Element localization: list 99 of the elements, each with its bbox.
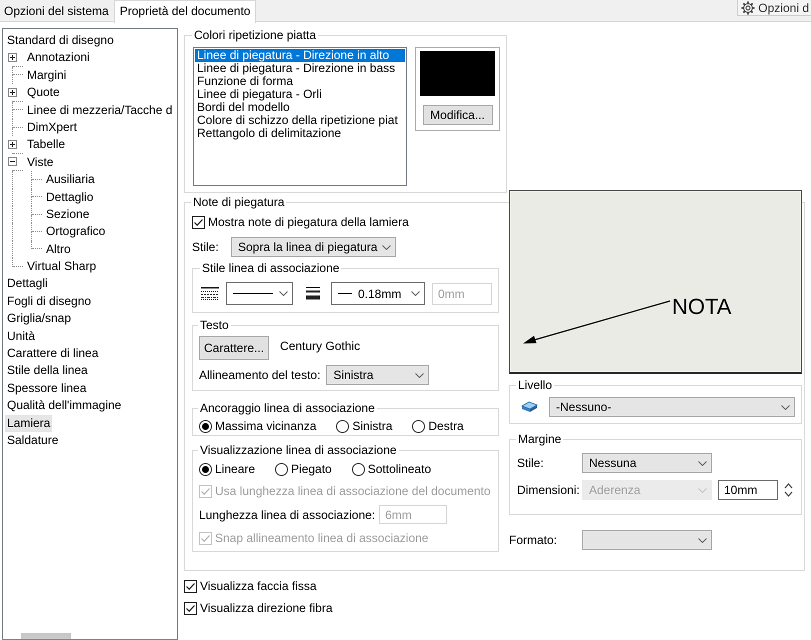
list-item[interactable]: Bordi del modello — [195, 101, 405, 114]
radio-label: Massima vicinanza — [215, 419, 316, 433]
plus-box-icon[interactable] — [8, 140, 17, 150]
tree-item[interactable]: Carattere di linea — [5, 345, 100, 362]
group-title: Livello — [517, 378, 554, 392]
tree-item[interactable]: Lamiera — [5, 414, 52, 432]
field-label: Formato: — [509, 533, 558, 547]
list-item[interactable]: Linee di piegatura - Direzione in bass — [195, 62, 405, 75]
tree-item[interactable]: Sezione — [44, 206, 92, 224]
list-item[interactable]: Funzione di forma — [195, 75, 405, 88]
tree-item[interactable]: Stile della linea — [5, 362, 90, 380]
tree-item[interactable]: Dettaglio — [44, 188, 96, 206]
chevron-down-icon — [382, 244, 391, 250]
tree-item[interactable]: Unità — [5, 328, 38, 346]
checkbox-label: Usa lunghezza linea di associazione del documento — [215, 484, 491, 498]
chevron-down-icon — [698, 538, 707, 542]
group-title: Margine — [517, 432, 562, 446]
scrollbar-thumb[interactable] — [21, 633, 71, 639]
tree-item[interactable]: Saldature — [5, 432, 60, 450]
tab[interactable]: Proprietà del documento — [114, 0, 256, 23]
line-style-dropdown[interactable] — [226, 282, 293, 305]
group-title: Note di piegatura — [192, 195, 286, 209]
tree-item[interactable]: Linee di mezzeria/Tacche d — [25, 102, 174, 119]
chevron-down-icon — [411, 291, 420, 296]
radio-button[interactable] — [336, 420, 350, 432]
group-title: Colori ripetizione piatta — [193, 28, 318, 42]
tree-item[interactable]: Ortografico — [44, 223, 108, 241]
radio-label: Sinistra — [352, 419, 392, 433]
checkbox-label: Mostra note di piegatura della lamiera — [208, 215, 409, 229]
settings-icon — [741, 0, 756, 14]
checkbox-label: Snap allineamento linea di associazione — [215, 531, 428, 545]
options-button[interactable]: Opzioni d — [737, 0, 811, 16]
alignment-dropdown[interactable]: Sinistra — [326, 365, 430, 385]
chevron-down-icon — [415, 372, 424, 378]
font-name: Century Gothic — [280, 339, 360, 353]
tree-item[interactable]: Qualità dell'immagine — [5, 397, 124, 415]
tab[interactable]: Opzioni del sistema — [0, 3, 113, 20]
chevron-down-icon — [279, 291, 288, 296]
tree-item[interactable]: Tabelle — [25, 136, 68, 154]
checkbox-label: Visualizza faccia fissa — [200, 579, 316, 593]
tree-item[interactable]: Viste — [25, 154, 56, 172]
checkbox[interactable] — [192, 216, 205, 228]
tree-item[interactable]: Griglia/snap — [5, 310, 74, 328]
list-item[interactable]: Linee di piegatura - Direzione in alto — [195, 49, 405, 62]
tree-item[interactable]: Spessore linea — [5, 380, 88, 398]
group-title: Testo — [199, 318, 230, 332]
line-sample-icon — [338, 293, 352, 294]
tree-item[interactable]: Annotazioni — [25, 49, 92, 67]
list-item[interactable]: Rettangolo di delimitazione — [195, 127, 405, 140]
radio-button[interactable] — [412, 420, 426, 432]
checkbox[interactable] — [184, 602, 197, 614]
up-down-arrows-icon[interactable] — [784, 481, 793, 499]
note-text: NOTA — [672, 296, 732, 318]
chevron-down-icon — [781, 404, 790, 410]
line-weight-dropdown[interactable]: 0.18mm — [331, 282, 425, 305]
tree-item[interactable]: Ausiliaria — [44, 171, 97, 189]
radio-button[interactable] — [199, 462, 212, 476]
radio-button[interactable] — [199, 420, 212, 432]
tree-item[interactable]: Virtual Sharp — [25, 258, 98, 276]
modify-button[interactable]: Modifica... — [422, 105, 492, 125]
list-item[interactable]: Linee di piegatura - Orli — [195, 88, 405, 101]
tree-item[interactable]: Quote — [25, 84, 62, 102]
tree-item[interactable]: Altro — [44, 240, 73, 258]
group-title: Ancoraggio linea di associazione — [199, 401, 376, 415]
radio-label: Destra — [428, 419, 464, 433]
border-style-dropdown[interactable]: Nessuna — [582, 453, 712, 473]
tree-item[interactable]: DimXpert — [25, 118, 80, 136]
radio-button[interactable] — [352, 462, 365, 476]
group-title: Visualizzazione linea di associazione — [199, 443, 398, 457]
field-label: Allineamento del testo: — [199, 368, 320, 382]
minus-box-icon[interactable] — [8, 157, 17, 166]
field-label: Stile: — [517, 456, 545, 470]
checkbox-label: Visualizza direzione fibra — [200, 601, 333, 615]
font-button[interactable]: Carattere... — [199, 336, 270, 360]
tree-item[interactable]: Dettagli — [5, 275, 50, 293]
group-title: Stile linea di associazione — [201, 261, 340, 275]
line-weight-icon — [306, 287, 320, 300]
tree-item[interactable]: Fogli di disegno — [5, 292, 94, 310]
slab-icon — [521, 401, 538, 413]
checkbox[interactable] — [184, 580, 197, 592]
layer-dropdown[interactable]: -Nessuno- — [549, 397, 795, 417]
line-style-icon — [201, 287, 219, 300]
radio-label: Sottolineato — [368, 462, 432, 476]
chevron-down-icon — [698, 488, 707, 492]
line-sample-icon — [233, 293, 273, 294]
radio-label: Lineare — [215, 462, 256, 476]
plus-box-icon[interactable] — [8, 88, 17, 97]
radio-button[interactable] — [275, 462, 288, 476]
field-label: Dimensioni: — [517, 483, 581, 497]
chevron-down-icon — [698, 460, 707, 466]
field-label: Lunghezza linea di associazione: — [199, 508, 376, 522]
plus-box-icon[interactable] — [8, 53, 17, 62]
list-item[interactable]: Colore di schizzo della ripetizione piat — [195, 114, 405, 127]
radio-label: Piegato — [291, 462, 332, 476]
tree-item[interactable]: Margini — [25, 66, 68, 84]
size-field[interactable]: 10mm — [718, 480, 778, 500]
tree-item[interactable]: Standard di disegno — [5, 32, 116, 50]
field-label: Stile: — [192, 240, 220, 254]
style-dropdown[interactable]: Sopra la linea di piegatura — [231, 237, 396, 257]
